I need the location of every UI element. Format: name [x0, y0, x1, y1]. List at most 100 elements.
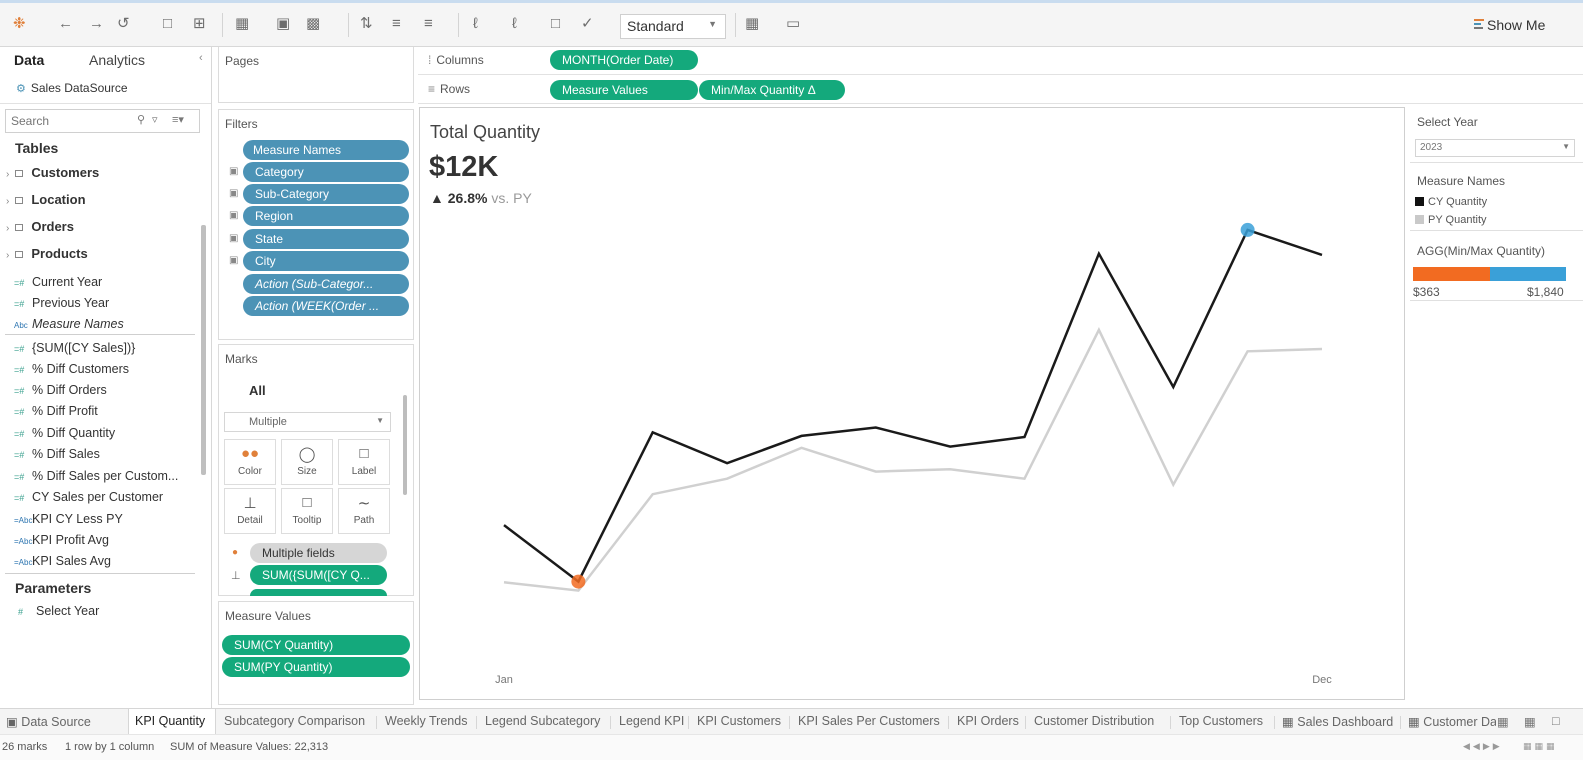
marks-field-pill-partial[interactable] — [250, 589, 387, 596]
multiple-fields-pill[interactable]: Multiple fields — [250, 543, 387, 563]
data-point[interactable] — [1171, 385, 1175, 389]
tab-kpi-quantity[interactable]: KPI Quantity — [135, 714, 205, 728]
data-point[interactable] — [502, 580, 506, 584]
search-icon[interactable]: ⚲ — [137, 113, 145, 126]
parameter-select-year[interactable]: # Select Year — [18, 604, 99, 618]
filter-pill[interactable]: Sub-Category — [243, 184, 409, 204]
new-story-tab-icon[interactable]: □ — [1552, 714, 1560, 728]
duplicate-icon[interactable]: ▣ — [276, 15, 290, 33]
data-point[interactable] — [948, 467, 952, 471]
tab-sales-dashboard[interactable]: ▦ Sales Dashboard — [1282, 714, 1393, 729]
field-measure-names[interactable]: Abc Measure Names — [14, 317, 124, 331]
data-point[interactable] — [1023, 477, 1027, 481]
tab-data-source[interactable]: ▣ Data Source — [6, 714, 91, 729]
tab-weekly-trends[interactable]: Weekly Trends — [385, 714, 467, 728]
show-cards-icon[interactable]: ▦ — [745, 15, 759, 33]
data-point[interactable] — [725, 461, 729, 465]
data-point[interactable] — [1171, 483, 1175, 487]
field-diff-orders[interactable]: =# % Diff Orders — [14, 383, 107, 397]
tab-customer-dashboard[interactable]: ▦ Customer Da — [1408, 714, 1496, 729]
field-diff-quantity[interactable]: =# % Diff Quantity — [14, 426, 115, 440]
filter-icon[interactable]: ▿ — [152, 113, 158, 126]
new-datasource-icon[interactable]: ⊞ — [193, 15, 206, 33]
sheet-navigation-icon[interactable]: ◀◀▶▶ — [1463, 741, 1503, 752]
minmax-color-bar[interactable] — [1413, 267, 1566, 281]
sort-descending-icon[interactable]: ≡ — [424, 15, 433, 33]
filter-pill[interactable]: State — [243, 229, 409, 249]
size-button[interactable]: ◯ Size — [281, 439, 333, 485]
table-products[interactable]: › Products — [6, 246, 88, 261]
marks-all-label[interactable]: All — [249, 383, 266, 398]
field-kpi-cy-less-py[interactable]: =AbcKPI CY Less PY — [14, 512, 123, 526]
filter-pill[interactable]: Region — [243, 206, 409, 226]
rows-pill[interactable]: Min/Max Quantity Δ — [699, 80, 845, 100]
max-marker[interactable] — [1240, 222, 1255, 237]
min-marker[interactable] — [571, 574, 586, 589]
field-current-year[interactable]: =# Current Year — [14, 275, 102, 289]
field-diff-sales-per-customer[interactable]: =# % Diff Sales per Custom... — [14, 469, 178, 483]
datasource-item[interactable]: ⚙ Sales DataSource — [16, 81, 128, 95]
replay-icon[interactable]: ↺ — [117, 15, 130, 33]
data-point[interactable] — [799, 434, 803, 438]
tab-legend-subcategory[interactable]: Legend Subcategory — [485, 714, 600, 728]
data-point[interactable] — [1097, 252, 1101, 256]
color-button[interactable]: ●● Color — [224, 439, 276, 485]
filter-pill[interactable]: Action (WEEK(Order ... — [243, 296, 409, 316]
fit-dropdown[interactable]: Standard ▼ — [620, 14, 726, 39]
swap-icon[interactable]: ⇅ — [360, 15, 373, 33]
tab-kpi-orders[interactable]: KPI Orders — [957, 714, 1019, 728]
search-input[interactable] — [11, 111, 131, 131]
filter-pill[interactable]: City — [243, 251, 409, 271]
tab-subcategory-comparison[interactable]: Subcategory Comparison — [224, 714, 365, 728]
filter-pill[interactable]: Category — [243, 162, 409, 182]
line-chart[interactable]: Jan Dec — [420, 108, 1404, 699]
mark-type-dropdown[interactable]: Multiple ▼ — [224, 412, 391, 432]
path-button[interactable]: ∼ Path — [338, 488, 390, 534]
select-year-dropdown[interactable]: 2023 ▼ — [1415, 139, 1575, 157]
field-sum-cy-sales[interactable]: =# {SUM([CY Sales])} — [14, 341, 135, 355]
collapse-pane-icon[interactable]: ‹ — [199, 52, 203, 64]
label-button[interactable]: □ Label — [338, 439, 390, 485]
chevron-right-icon[interactable]: › — [6, 169, 9, 180]
marks-card[interactable]: Marks All Multiple ▼ ●● Color ◯ Size □ Labe… — [218, 344, 414, 596]
view-options-icon[interactable]: ≡▾ — [172, 113, 184, 126]
data-point[interactable] — [502, 523, 506, 527]
highlight-icon[interactable]: ℓ — [473, 15, 478, 33]
table-customers[interactable]: › Customers — [6, 165, 99, 180]
presentation-icon[interactable]: ▭ — [786, 15, 800, 33]
measure-values-card[interactable]: Measure Values SUM(CY Quantity) SUM(PY Q… — [218, 601, 414, 705]
data-point[interactable] — [1320, 253, 1324, 257]
sheet-view-icons[interactable]: ▦▦▦ — [1523, 741, 1558, 752]
chevron-right-icon[interactable]: › — [6, 250, 9, 261]
measure-value-pill[interactable]: SUM(CY Quantity) — [222, 635, 410, 655]
pin-icon[interactable]: ✓ — [581, 15, 594, 33]
new-worksheet-icon[interactable]: ▦ — [235, 15, 249, 33]
data-point[interactable] — [725, 477, 729, 481]
data-point[interactable] — [576, 589, 580, 593]
clear-sheet-icon[interactable]: ▩ — [306, 15, 320, 33]
data-point[interactable] — [1023, 435, 1027, 439]
tab-analytics[interactable]: Analytics — [89, 52, 145, 68]
rows-pill[interactable]: Measure Values — [550, 80, 698, 100]
filters-card[interactable]: Filters Measure Names ▣ Category ▣ Sub-C… — [218, 109, 414, 340]
detail-button[interactable]: ⊥ Detail — [224, 488, 276, 534]
group-icon[interactable]: ℓ — [512, 15, 517, 33]
data-point[interactable] — [874, 470, 878, 474]
undo-icon[interactable]: ← — [58, 15, 73, 33]
data-pane-scrollbar[interactable] — [201, 225, 206, 475]
field-diff-profit[interactable]: =# % Diff Profit — [14, 404, 98, 418]
table-location[interactable]: › Location — [6, 192, 86, 207]
field-kpi-sales-avg[interactable]: =AbcKPI Sales Avg — [14, 554, 111, 568]
pages-card[interactable]: Pages — [218, 47, 414, 103]
measure-value-pill[interactable]: SUM(PY Quantity) — [222, 657, 410, 677]
tab-customer-distribution[interactable]: Customer Distribution — [1034, 714, 1154, 728]
tooltip-button[interactable]: □ Tooltip — [281, 488, 333, 534]
tab-kpi-sales-per-customers[interactable]: KPI Sales Per Customers — [798, 714, 940, 728]
sort-ascending-icon[interactable]: ≡ — [392, 15, 401, 33]
chevron-right-icon[interactable]: › — [6, 223, 9, 234]
filter-pill[interactable]: Action (Sub-Categor... — [243, 274, 409, 294]
columns-pill[interactable]: MONTH(Order Date) — [550, 50, 698, 70]
marks-card-scrollbar[interactable] — [403, 395, 407, 495]
field-previous-year[interactable]: =# Previous Year — [14, 296, 109, 310]
data-point[interactable] — [799, 446, 803, 450]
